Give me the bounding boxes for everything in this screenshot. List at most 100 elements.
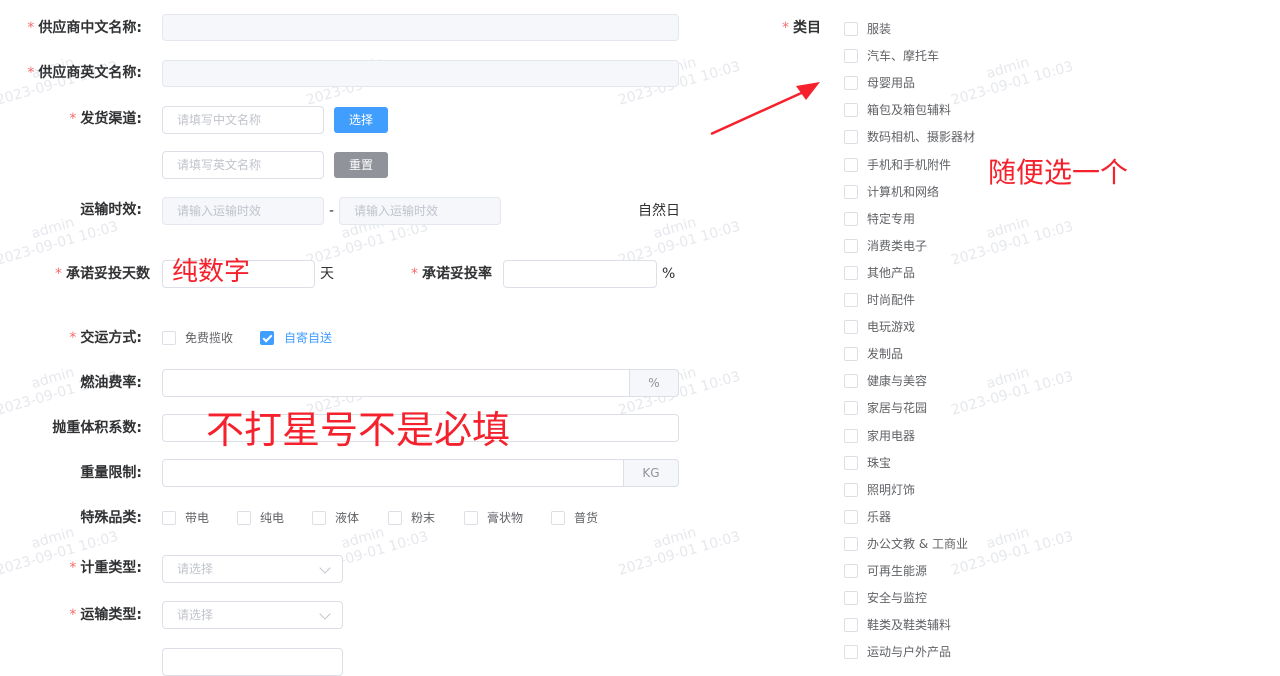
- category-item-label: 鞋类及鞋类辅料: [867, 618, 952, 633]
- watermark-time: 2023-09-01 10:03: [949, 528, 1076, 579]
- transport-type-select[interactable]: 请选择: [162, 601, 343, 629]
- category-item-label: 计算机和网络: [867, 184, 940, 199]
- category-checkbox[interactable]: [844, 22, 858, 36]
- category-item-label: 珠宝: [867, 455, 892, 470]
- category-checkbox[interactable]: [844, 76, 858, 91]
- category-checkbox[interactable]: [844, 428, 858, 443]
- category-checkbox[interactable]: [844, 482, 858, 497]
- category-checkbox[interactable]: [844, 455, 858, 470]
- category-checkbox[interactable]: [844, 238, 858, 253]
- watermark: admin2023-09-01 10:03: [612, 513, 742, 579]
- annotation-not-required: 不打星号不是必填: [206, 408, 511, 452]
- supplier-cn-label: * 供应商中文名称:: [27, 20, 142, 36]
- special-checkbox[interactable]: [312, 511, 326, 525]
- category-item-label: 母婴用品: [867, 76, 916, 91]
- transit-from-input[interactable]: 请输入运输时效: [162, 197, 324, 225]
- category-checkbox[interactable]: [844, 211, 858, 226]
- category-item-label: 乐器: [867, 509, 892, 524]
- watermark-time: 2023-09-01 10:03: [304, 218, 431, 269]
- category-item-label: 手机和手机附件: [867, 157, 952, 172]
- promise-days-label: * 承诺妥投天数: [55, 266, 150, 282]
- category-checkbox[interactable]: [844, 536, 858, 551]
- fuel-input[interactable]: [162, 369, 630, 397]
- category-item-label: 时尚配件: [867, 293, 916, 307]
- category-item-label: 运动与户外产品: [867, 645, 952, 660]
- special-option-label: 带电: [185, 511, 210, 525]
- channel-cn-input[interactable]: 请填写中文名称: [162, 106, 324, 134]
- category-checkbox[interactable]: [844, 401, 858, 416]
- supplier-cn-input[interactable]: [162, 14, 679, 41]
- channel-reset-button[interactable]: 重置: [334, 152, 388, 178]
- category-checkbox[interactable]: [844, 564, 858, 578]
- category-item-label: 其他产品: [867, 265, 916, 280]
- fuel-label: 燃油费率:: [80, 375, 142, 391]
- watermark-user: admin: [651, 524, 699, 553]
- category-checkbox[interactable]: [844, 157, 858, 172]
- annotation-pure-number: 纯数字: [172, 257, 251, 287]
- category-item-label: 家居与花园: [867, 401, 928, 416]
- category-checkbox[interactable]: [844, 265, 858, 280]
- category-checkbox[interactable]: [844, 509, 858, 524]
- transit-label: 运输时效:: [80, 202, 142, 218]
- watermark-user: admin: [984, 54, 1032, 83]
- watermark-time: 2023-09-01 10:03: [949, 58, 1076, 109]
- special-option-label: 膏状物: [487, 511, 524, 525]
- category-item-label: 安全与监控: [867, 591, 928, 606]
- transit-separator: -: [329, 203, 335, 219]
- category-checkbox[interactable]: [844, 374, 858, 389]
- promise-rate-input[interactable]: [503, 260, 657, 288]
- promise-rate-unit: %: [662, 266, 676, 282]
- category-item-label: 家用电器: [867, 428, 916, 443]
- delivery-self-label: 自寄自送: [284, 331, 333, 345]
- category-item-label: 箱包及箱包辅料: [867, 103, 952, 118]
- billing-type-label: * 计重类型:: [69, 560, 142, 576]
- special-checkbox[interactable]: [388, 511, 402, 525]
- special-checkbox[interactable]: [464, 511, 478, 525]
- volume-label: 抛重体积系数:: [52, 420, 142, 436]
- supplier-en-label: * 供应商英文名称:: [27, 65, 142, 81]
- special-checkbox[interactable]: [551, 511, 565, 525]
- category-checkbox[interactable]: [844, 645, 858, 660]
- watermark: admin2023-09-01 10:03: [945, 353, 1075, 419]
- billing-type-select[interactable]: 请选择: [162, 555, 343, 583]
- category-item-label: 发制品: [867, 347, 904, 362]
- category-checkbox[interactable]: [844, 591, 858, 606]
- special-option-label: 粉末: [411, 511, 436, 525]
- watermark: admin2023-09-01 10:03: [945, 203, 1075, 269]
- delivery-pickup-checkbox[interactable]: [162, 331, 176, 345]
- watermark-time: 2023-09-01 10:03: [616, 528, 743, 579]
- special-option-label: 液体: [335, 511, 360, 525]
- category-item-label: 汽车、摩托车: [867, 49, 940, 64]
- special-option-label: 纯电: [260, 511, 285, 525]
- special-label: 特殊品类:: [80, 510, 142, 526]
- category-checkbox[interactable]: [844, 320, 858, 335]
- category-checkbox[interactable]: [844, 49, 858, 64]
- supplier-en-input[interactable]: [162, 60, 679, 87]
- special-checkbox[interactable]: [237, 511, 251, 525]
- annotation-pick-one: 随便选一个: [988, 156, 1129, 189]
- promise-rate-label: * 承诺妥投率: [411, 266, 492, 282]
- delivery-label: * 交运方式:: [69, 330, 142, 346]
- category-checkbox[interactable]: [844, 293, 858, 307]
- special-checkbox[interactable]: [162, 511, 176, 525]
- next-field-input[interactable]: [162, 648, 343, 676]
- category-item-label: 特定专用: [867, 211, 916, 226]
- transit-to-input[interactable]: 请输入运输时效: [339, 197, 501, 225]
- channel-select-button[interactable]: 选择: [334, 107, 388, 133]
- category-checkbox[interactable]: [844, 347, 858, 362]
- category-checkbox[interactable]: [844, 103, 858, 118]
- category-checkbox[interactable]: [844, 618, 858, 633]
- category-checkbox[interactable]: [844, 130, 858, 145]
- delivery-self-checkbox[interactable]: [260, 331, 274, 345]
- category-item-label: 电玩游戏: [867, 320, 916, 335]
- delivery-pickup-label: 免费揽收: [185, 331, 234, 345]
- weight-limit-input[interactable]: [162, 459, 624, 487]
- watermark-user: admin: [984, 214, 1032, 243]
- channel-en-input[interactable]: 请填写英文名称: [162, 151, 324, 179]
- arrow-icon: [710, 82, 820, 136]
- watermark: admin2023-09-01 10:03: [945, 43, 1075, 109]
- category-item-label: 服装: [867, 22, 892, 36]
- category-checkbox[interactable]: [844, 184, 858, 199]
- transit-unit: 自然日: [638, 203, 680, 219]
- weight-limit-unit: KG: [623, 459, 679, 487]
